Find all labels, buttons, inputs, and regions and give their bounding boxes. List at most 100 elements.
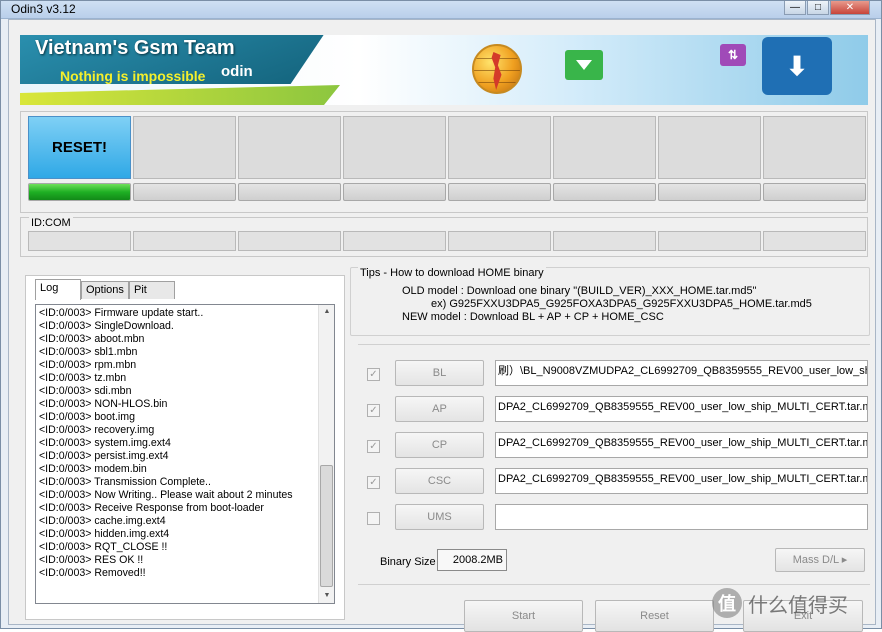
maximize-button[interactable]: □	[807, 1, 829, 15]
log-line: <ID:0/003> tz.mbn	[39, 372, 127, 384]
log-line: <ID:0/003> hidden.img.ext4	[39, 528, 170, 540]
binary-size-value: 2008.2MB	[437, 549, 507, 571]
brand-slogan: Nothing is impossible	[60, 68, 206, 84]
banner-swoosh	[20, 85, 340, 105]
log-line: <ID:0/003> RQT_CLOSE !!	[39, 541, 168, 553]
csc-button[interactable]: CSC	[395, 468, 484, 494]
title-bar: Odin3 v3.12 — □ ✕	[1, 1, 881, 19]
log-line: <ID:0/003> aboot.mbn	[39, 333, 145, 345]
right-panel: Tips - How to download HOME binary OLD m…	[350, 264, 876, 632]
port-progress-bar	[658, 183, 761, 201]
idcom-box	[448, 231, 551, 251]
cp-button[interactable]: CP	[395, 432, 484, 458]
vietnam-globe-icon	[472, 44, 522, 94]
binary-size-label: Binary Size	[380, 556, 436, 568]
brand-app-name: odin	[221, 63, 253, 80]
tip-new-model: NEW model : Download BL + AP + CP + HOME…	[402, 311, 664, 323]
close-button[interactable]: ✕	[830, 1, 870, 15]
port-tile	[553, 116, 656, 179]
watermark: 值 什么值得买	[712, 586, 882, 620]
log-line: <ID:0/003> Receive Response from boot-lo…	[39, 502, 264, 514]
brand-title: Vietnam's Gsm Team	[35, 37, 235, 59]
download-box-icon: ⬇	[762, 37, 832, 95]
tab-pit[interactable]: Pit	[129, 281, 175, 299]
cp-path-field[interactable]: DPA2_CL6992709_QB8359555_REV00_user_low_…	[495, 432, 868, 458]
log-line: <ID:0/003> sbl1.mbn	[39, 346, 138, 358]
file-checkbox-csc[interactable]: ✓	[367, 476, 380, 489]
client-area: Vietnam's Gsm Team Nothing is impossible…	[8, 19, 876, 632]
port-status-group: RESET!	[20, 111, 868, 213]
port-progress-bar	[343, 183, 446, 201]
tips-title: Tips - How to download HOME binary	[358, 267, 546, 279]
idcom-label: ID:COM	[29, 217, 73, 229]
download-arrow-icon	[565, 50, 603, 80]
idcom-box	[553, 231, 656, 251]
idcom-box	[763, 231, 866, 251]
port-tile	[238, 116, 341, 179]
file-checkbox-bl[interactable]: ✓	[367, 368, 380, 381]
log-line: <ID:0/003> SingleDownload.	[39, 320, 174, 332]
log-line: <ID:0/003> rpm.mbn	[39, 359, 137, 371]
log-line: <ID:0/003> recovery.img	[39, 424, 155, 436]
port-progress-bar	[448, 183, 551, 201]
port-progress-bar	[133, 183, 236, 201]
tip-old-model: OLD model : Download one binary "(BUILD_…	[402, 285, 757, 297]
log-line: <ID:0/003> Removed!!	[39, 567, 146, 579]
log-panel: Log Options Pit <ID:0/003> Firmware upda…	[25, 275, 345, 620]
log-line: <ID:0/003> cache.img.ext4	[39, 515, 166, 527]
idcom-box	[28, 231, 131, 251]
watermark-logo-icon: 值	[712, 588, 742, 618]
banner: Vietnam's Gsm Team Nothing is impossible…	[20, 35, 868, 105]
file-row-ums: UMS	[358, 504, 870, 534]
ums-button[interactable]: UMS	[395, 504, 484, 530]
log-line: <ID:0/003> Transmission Complete..	[39, 476, 211, 488]
log-line: <ID:0/003> Now Writing.. Please wait abo…	[39, 489, 293, 501]
watermark-text: 什么值得买	[748, 592, 848, 617]
port-progress-bar	[553, 183, 656, 201]
log-line: <ID:0/003> system.img.ext4	[39, 437, 171, 449]
window-title: Odin3 v3.12	[11, 2, 76, 16]
log-line: <ID:0/003> Firmware update start..	[39, 307, 204, 319]
port-progress-bar	[763, 183, 866, 201]
file-row-csc: ✓ CSC DPA2_CL6992709_QB8359555_REV00_user_…	[358, 468, 870, 498]
idcom-box	[238, 231, 341, 251]
odin-window: Odin3 v3.12 — □ ✕ Vietnam's Gsm Team Not…	[0, 0, 882, 632]
tab-log[interactable]: Log	[35, 279, 81, 300]
file-checkbox-ap[interactable]: ✓	[367, 404, 380, 417]
idcom-box	[133, 231, 236, 251]
bl-path-field[interactable]: 刷）\BL_N9008VZMUDPA2_CL6992709_QB8359555_…	[495, 360, 868, 386]
bl-button[interactable]: BL	[395, 360, 484, 386]
port-progress-bar	[28, 183, 131, 201]
log-line: <ID:0/003> RES OK !!	[39, 554, 144, 566]
port-tile	[763, 116, 866, 179]
progress-fill	[29, 184, 130, 200]
reset-button[interactable]: Reset	[595, 600, 714, 632]
file-row-cp: ✓ CP DPA2_CL6992709_QB8359555_REV00_user_l…	[358, 432, 870, 462]
upload-down-icon: ⇅	[720, 44, 746, 66]
log-line: <ID:0/003> boot.img	[39, 411, 135, 423]
log-scrollbar[interactable]: ▲ ▼	[318, 305, 334, 603]
port-progress-bar	[238, 183, 341, 201]
start-button[interactable]: Start	[464, 600, 583, 632]
port-tile	[658, 116, 761, 179]
tips-group: Tips - How to download HOME binary OLD m…	[350, 267, 870, 336]
file-checkbox-cp[interactable]: ✓	[367, 440, 380, 453]
scroll-up-icon[interactable]: ▲	[319, 305, 334, 319]
tab-options[interactable]: Options	[81, 281, 129, 299]
scroll-thumb[interactable]	[320, 465, 333, 587]
file-row-bl: ✓ BL 刷）\BL_N9008VZMUDPA2_CL6992709_QB83595…	[358, 360, 870, 390]
idcom-box	[343, 231, 446, 251]
port-tile	[448, 116, 551, 179]
file-checkbox-ums[interactable]	[367, 512, 380, 525]
ap-button[interactable]: AP	[395, 396, 484, 422]
scroll-down-icon[interactable]: ▼	[319, 589, 334, 603]
file-row-ap: ✓ AP DPA2_CL6992709_QB8359555_REV00_user_l…	[358, 396, 870, 426]
log-line: <ID:0/003> persist.img.ext4	[39, 450, 169, 462]
minimize-button[interactable]: —	[784, 1, 806, 15]
ap-path-field[interactable]: DPA2_CL6992709_QB8359555_REV00_user_low_…	[495, 396, 868, 422]
csc-path-field[interactable]: DPA2_CL6992709_QB8359555_REV00_user_low_…	[495, 468, 868, 494]
ums-path-field[interactable]	[495, 504, 868, 530]
idcom-group: ID:COM	[20, 217, 868, 257]
mass-dl-button[interactable]: Mass D/L ▸	[775, 548, 865, 572]
log-textbox[interactable]: <ID:0/003> Firmware update start.. <ID:0/…	[35, 304, 335, 604]
